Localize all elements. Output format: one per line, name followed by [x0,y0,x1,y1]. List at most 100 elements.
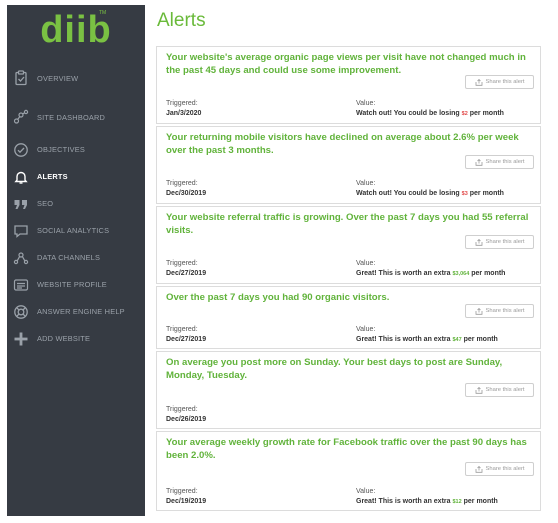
sidebar-item-objectives[interactable]: OBJECTIVES [7,136,145,163]
triggered-label: Triggered: [166,100,198,107]
main-content: Alerts Your website's average organic pa… [152,0,552,523]
share-alert-label: Share this alert [485,466,525,472]
alert-message: Your website's average organic page view… [166,52,526,76]
triggered-date: Dec/27/2019 [166,270,207,277]
share-icon [475,238,482,246]
share-alert-button[interactable]: Share this alert [465,304,534,318]
sidebar-item-seo[interactable]: SEO [7,190,145,217]
share-alert-label: Share this alert [485,387,525,393]
alert-card: Your average weekly growth rate for Face… [156,431,541,511]
sidebar-item-label: ALERTS [37,172,68,181]
value-suffix: per month [467,190,504,197]
value-prefix: Watch out! You could be losing [356,190,462,197]
value-prefix: Great! This is worth an extra [356,336,453,343]
alert-message: Your average weekly growth rate for Face… [166,437,527,461]
share-alert-button[interactable]: Share this alert [465,235,534,249]
logo-trademark: TM [99,10,107,16]
value-prefix: Watch out! You could be losing [356,110,462,117]
sidebar-item-label: SITE DASHBOARD [37,112,106,122]
id-card-icon [11,275,31,295]
sidebar-item-add-website[interactable]: ADD WEBSITE [7,325,145,352]
sidebar-item-label: ANSWER ENGINE HELP [37,307,125,316]
sidebar-item-data-channels[interactable]: DATA CHANNELS [7,244,145,271]
share-icon [475,465,482,473]
value-label: Value: [356,100,376,107]
alert-card: On average you post more on Sunday. Your… [156,351,541,429]
logo-text: diib [40,9,112,51]
lifebuoy-icon [11,302,31,322]
share-icon [475,78,482,86]
share-alert-button[interactable]: Share this alert [465,462,534,476]
value-label: Value: [356,260,376,267]
sidebar-item-label: SEO [37,199,54,208]
share-icon [475,158,482,166]
triggered-label: Triggered: [166,326,198,333]
value-text: Great! This is worth an extra $47 per mo… [356,336,498,343]
sidebar-item-label: OVERVIEW [37,73,79,83]
triggered-date: Dec/26/2019 [166,416,207,423]
share-alert-button[interactable]: Share this alert [465,383,534,397]
triggered-label: Triggered: [166,180,198,187]
sidebar-item-alerts[interactable]: ALERTS [7,163,145,190]
value-suffix: per month [461,498,498,505]
sidebar-item-label: DATA CHANNELS [37,253,101,262]
sidebar-item-label: SOCIAL ANALYTICS [37,226,110,235]
logo[interactable]: diib TM [7,5,145,55]
value-label: Value: [356,488,376,495]
sidebar-item-label: WEBSITE PROFILE [37,280,107,289]
channels-icon [11,248,31,268]
value-text: Watch out! You could be losing $3 per mo… [356,190,504,197]
triggered-label: Triggered: [166,406,198,413]
share-alert-label: Share this alert [485,239,525,245]
value-amount: $47 [452,337,462,343]
share-alert-label: Share this alert [485,79,525,85]
share-icon [475,307,482,315]
share-alert-button[interactable]: Share this alert [465,155,534,169]
triggered-label: Triggered: [166,260,198,267]
alert-card: Your website's average organic page view… [156,46,541,124]
value-amount: $3,064 [452,271,470,277]
sidebar-item-social-analytics[interactable]: SOCIAL ANALYTICS [7,217,145,244]
value-suffix: per month [467,110,504,117]
value-amount: $12 [452,499,462,505]
sidebar-item-site-dashboard[interactable]: SITE DASHBOARD [7,98,145,136]
triggered-date: Jan/3/2020 [166,110,202,117]
value-text: Great! This is worth an extra $3,064 per… [356,270,505,277]
value-prefix: Great! This is worth an extra [356,270,453,277]
value-prefix: Great! This is worth an extra [356,498,453,505]
sidebar-item-website-profile[interactable]: WEBSITE PROFILE [7,271,145,298]
alert-card: Over the past 7 days you had 90 organic … [156,286,541,349]
check-circle-icon [11,140,31,160]
quote-icon [11,194,31,214]
share-alert-button[interactable]: Share this alert [465,75,534,89]
value-text: Great! This is worth an extra $12 per mo… [356,498,498,505]
alert-card: Your returning mobile visitors have decl… [156,126,541,204]
share-alert-label: Share this alert [485,308,525,314]
value-suffix: per month [461,336,498,343]
alert-message: Over the past 7 days you had 90 organic … [166,292,390,303]
alert-message: Your website referral traffic is growing… [166,212,529,236]
sidebar: diib TM OVERVIEW SITE DASHBOARD OBJECTIV… [7,5,145,516]
triggered-label: Triggered: [166,488,198,495]
triggered-date: Dec/19/2019 [166,498,207,505]
sidebar-item-label: OBJECTIVES [37,145,85,154]
share-icon [475,386,482,394]
share-alert-label: Share this alert [485,159,525,165]
nodes-icon [11,107,31,127]
speech-bubble-icon [11,221,31,241]
value-text: Watch out! You could be losing $2 per mo… [356,110,504,117]
triggered-date: Dec/30/2019 [166,190,207,197]
sidebar-item-answer-engine-help[interactable]: ANSWER ENGINE HELP [7,298,145,325]
page-title: Alerts [157,10,206,31]
bell-icon [11,167,31,187]
triggered-date: Dec/27/2019 [166,336,207,343]
alert-message: Your returning mobile visitors have decl… [166,132,519,156]
value-suffix: per month [469,270,506,277]
value-label: Value: [356,180,376,187]
clipboard-check-icon [11,68,31,88]
value-label: Value: [356,326,376,333]
sidebar-item-overview[interactable]: OVERVIEW [7,58,145,98]
sidebar-item-label: ADD WEBSITE [37,334,91,343]
alert-message: On average you post more on Sunday. Your… [166,357,503,381]
alert-card: Your website referral traffic is growing… [156,206,541,284]
